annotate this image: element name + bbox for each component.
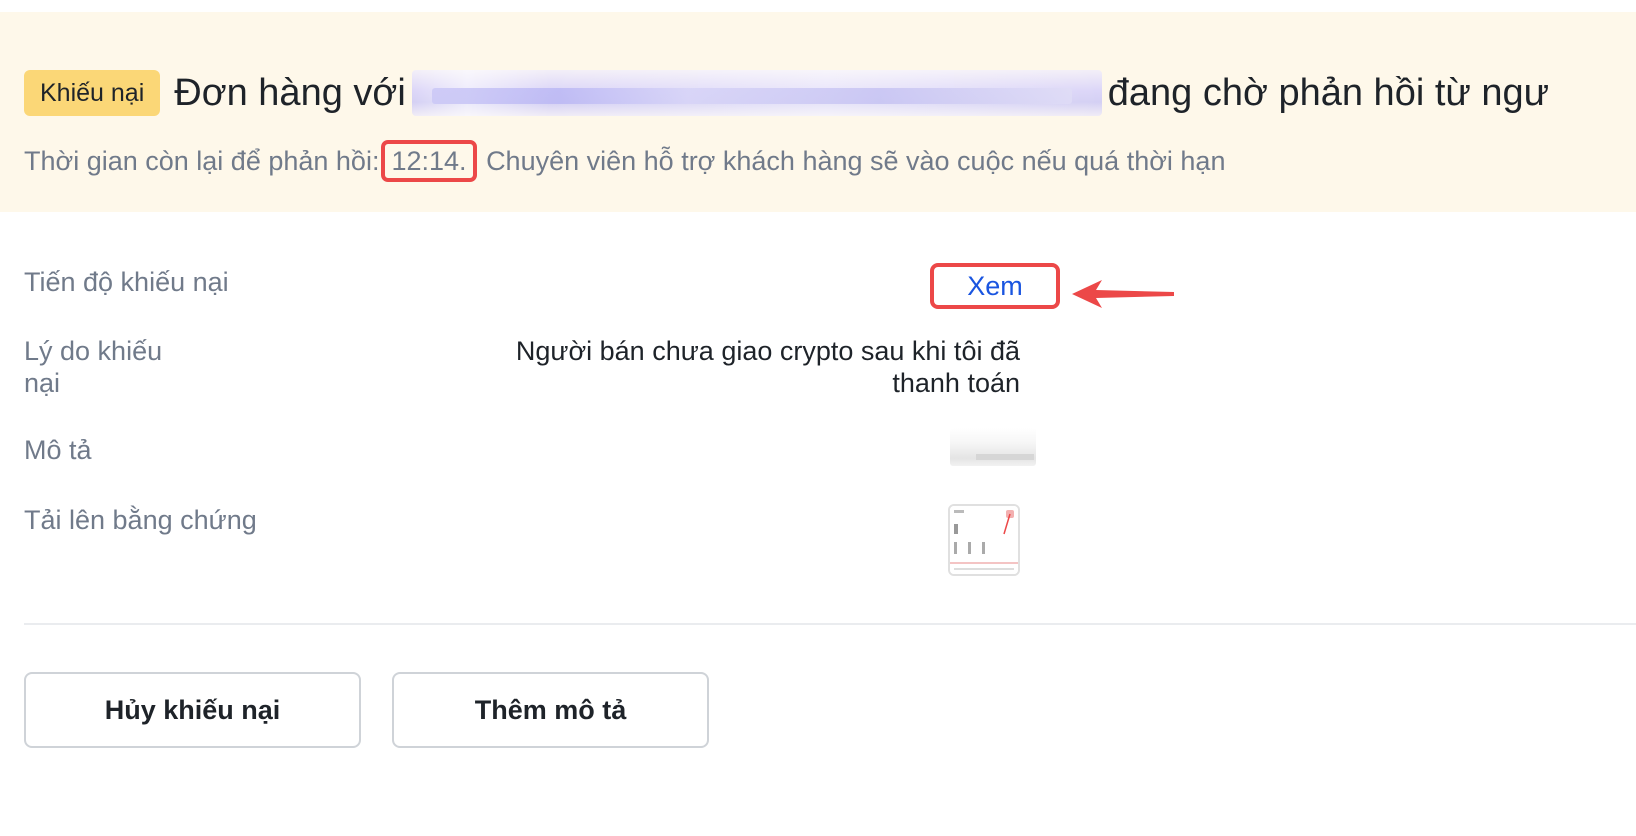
evidence-label: Tải lên bằng chứng: [24, 505, 257, 535]
subtitle-prefix: Thời gian còn lại để phản hồi: [24, 146, 372, 176]
reason-label: Lý do khiếu nại: [24, 335, 162, 399]
reason-value: Người bán chưa giao crypto sau khi tôi đ…: [516, 335, 1020, 399]
view-progress-link[interactable]: Xem: [967, 271, 1023, 302]
reason-value-line1: Người bán chưa giao crypto sau khi tôi đ…: [515, 336, 1020, 366]
title-prefix: Đơn hàng với: [174, 72, 406, 114]
complaint-banner: Khiếu nại Đơn hàng với đang chờ phản hồi…: [0, 12, 1636, 212]
subtitle-colon: :: [371, 146, 380, 176]
image-thumbnail-icon[interactable]: [948, 504, 1020, 576]
response-deadline-text: Thời gian còn lại để phản hồi: 12:14. Chu…: [24, 140, 1225, 182]
redacted-username: [411, 70, 1102, 116]
redacted-description: [950, 428, 1036, 466]
progress-link-highlight: Xem: [930, 263, 1060, 309]
title-suffix: đang chờ phản hồi từ ngư: [1107, 72, 1550, 114]
reason-label-line2: nại: [24, 368, 61, 398]
add-description-button[interactable]: Thêm mô tả: [392, 672, 709, 748]
progress-label: Tiến độ khiếu nại: [24, 267, 229, 297]
reason-label-line1: Lý do khiếu: [24, 336, 163, 366]
cancel-complaint-button[interactable]: Hủy khiếu nại: [24, 672, 361, 748]
complaint-page: Khiếu nại Đơn hàng với đang chờ phản hồi…: [0, 0, 1636, 836]
section-divider: [24, 623, 1636, 625]
subtitle-suffix: Chuyên viên hỗ trợ khách hàng sẽ vào cuộ…: [486, 146, 1226, 176]
red-arrow-icon: [1072, 280, 1174, 308]
thumbnail-preview: [950, 506, 1018, 574]
countdown-timer: 12:14.: [381, 140, 477, 182]
complaint-badge: Khiếu nại: [24, 70, 161, 116]
reason-value-line2: thanh toán: [892, 368, 1020, 398]
description-label: Mô tả: [24, 435, 92, 465]
banner-title-row: Khiếu nại Đơn hàng với đang chờ phản hồi…: [24, 60, 1549, 126]
